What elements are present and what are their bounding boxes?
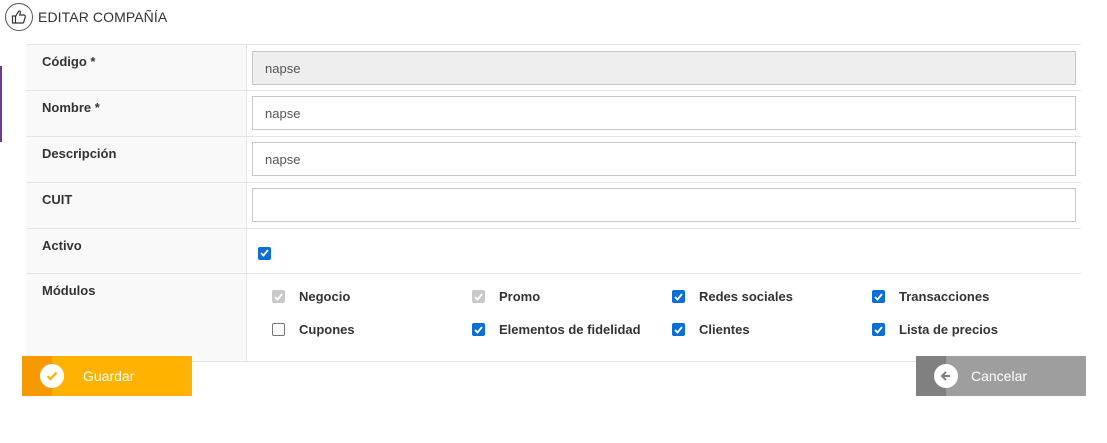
module-checkbox[interactable]: [272, 290, 285, 303]
module-checkbox[interactable]: [472, 290, 485, 303]
cuit-label: CUIT: [26, 183, 247, 228]
module-checkbox[interactable]: [672, 290, 685, 303]
module-label: Clientes: [699, 322, 750, 337]
module-transacciones[interactable]: Transacciones: [872, 289, 1072, 304]
module-label: Negocio: [299, 289, 351, 304]
activo-checkbox[interactable]: [258, 246, 271, 260]
activo-label: Activo: [26, 229, 247, 273]
module-checkbox[interactable]: [472, 323, 485, 336]
descripcion-label: Descripción: [26, 137, 247, 182]
module-cupones[interactable]: Cupones: [272, 322, 472, 337]
cuit-field[interactable]: [252, 188, 1076, 222]
cancel-button[interactable]: Cancelar: [916, 356, 1086, 396]
descripcion-field[interactable]: napse: [252, 142, 1076, 176]
form-row-codigo: Código * napse: [26, 45, 1081, 91]
module-lista-precios[interactable]: Lista de precios: [872, 322, 1072, 337]
thumbs-up-icon: [5, 3, 33, 31]
module-label: Elementos de fidelidad: [499, 322, 641, 337]
codigo-label: Código *: [26, 45, 247, 90]
module-label: Transacciones: [899, 289, 990, 304]
module-promo[interactable]: Promo: [472, 289, 672, 304]
module-checkbox[interactable]: [272, 323, 285, 336]
form-row-activo: Activo: [26, 229, 1081, 274]
form-row-modulos: Módulos Negocio Promo Redes sociales Tra…: [26, 274, 1081, 362]
arrow-left-icon: [934, 364, 958, 388]
module-negocio[interactable]: Negocio: [272, 289, 472, 304]
module-checkbox[interactable]: [872, 323, 885, 336]
module-checkbox[interactable]: [672, 323, 685, 336]
page-title: EDITAR COMPAÑÍA: [38, 9, 168, 25]
module-label: Redes sociales: [699, 289, 793, 304]
module-checkbox[interactable]: [872, 290, 885, 303]
modulos-label: Módulos: [26, 274, 247, 361]
module-label: Cupones: [299, 322, 355, 337]
form-row-nombre: Nombre * napse: [26, 91, 1081, 137]
form-row-descripcion: Descripción napse: [26, 137, 1081, 183]
module-label: Lista de precios: [899, 322, 998, 337]
nombre-label: Nombre *: [26, 91, 247, 136]
module-clientes[interactable]: Clientes: [672, 322, 872, 337]
company-form: Código * napse Nombre * napse Descripció…: [26, 44, 1081, 362]
codigo-field[interactable]: napse: [252, 51, 1076, 85]
sidebar-accent: [0, 66, 2, 142]
page-header: EDITAR COMPAÑÍA: [5, 2, 167, 32]
module-redes-sociales[interactable]: Redes sociales: [672, 289, 872, 304]
cancel-button-label: Cancelar: [971, 368, 1028, 384]
module-elementos-fidelidad[interactable]: Elementos de fidelidad: [472, 322, 672, 337]
save-button[interactable]: Guardar: [22, 356, 192, 396]
form-row-cuit: CUIT: [26, 183, 1081, 229]
save-button-label: Guardar: [83, 368, 135, 384]
module-label: Promo: [499, 289, 541, 304]
modules-grid: Negocio Promo Redes sociales Transaccion…: [247, 274, 1081, 337]
nombre-field[interactable]: napse: [252, 96, 1076, 130]
check-icon: [40, 364, 64, 388]
